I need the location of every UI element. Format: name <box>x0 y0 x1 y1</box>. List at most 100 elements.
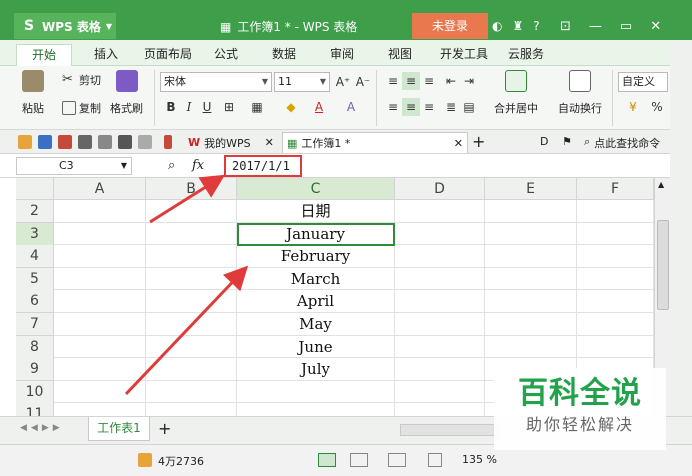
flag-icon[interactable]: ⚑ <box>562 135 572 148</box>
grid-cell[interactable] <box>146 245 237 268</box>
merge-center-button[interactable]: 合并居中 <box>494 70 538 116</box>
align-left-icon[interactable]: ≡ <box>384 98 402 116</box>
bold-icon[interactable]: B <box>162 98 180 116</box>
skin-icon[interactable]: ◐ <box>492 19 502 33</box>
column-header-c[interactable]: C <box>237 178 395 200</box>
help-icon[interactable]: ? <box>533 19 539 33</box>
grid-cell[interactable] <box>146 335 237 359</box>
indent-increase-icon[interactable]: ⇥ <box>460 72 478 90</box>
print-preview-icon[interactable] <box>98 135 112 149</box>
row-header[interactable]: 4 <box>16 245 54 269</box>
grid-cell[interactable] <box>54 222 146 246</box>
grid-cell[interactable] <box>395 222 485 246</box>
reading-mode-icon[interactable] <box>428 453 442 467</box>
undo-icon[interactable] <box>118 135 132 149</box>
number-format-select[interactable]: 自定义 <box>618 72 668 92</box>
grid-cell[interactable] <box>395 335 485 359</box>
cell-column-c[interactable]: March <box>237 267 395 291</box>
column-header-a[interactable]: A <box>54 178 146 200</box>
add-sheet-button[interactable]: + <box>158 419 171 438</box>
cell-style-icon[interactable]: ▦ <box>248 98 266 116</box>
align-right-icon[interactable]: ≡ <box>420 98 438 116</box>
zoom-search-icon[interactable]: ⌕ <box>168 158 175 173</box>
grid-cell[interactable] <box>485 200 577 223</box>
shirt-icon[interactable]: ♜ <box>512 19 523 33</box>
tab-view[interactable]: 视图 <box>380 44 420 66</box>
page-layout-view-icon[interactable] <box>350 453 368 467</box>
tab-home[interactable]: 开始 <box>16 44 72 66</box>
formula-input[interactable]: 2017/1/1 <box>224 155 302 177</box>
save-icon[interactable] <box>38 135 52 149</box>
grid-cell[interactable] <box>146 222 237 246</box>
close-icon[interactable]: ✕ <box>265 136 274 149</box>
column-header-d[interactable]: D <box>395 178 485 200</box>
grid-cell[interactable] <box>485 267 577 291</box>
grid-cell[interactable] <box>395 245 485 268</box>
grid-cell[interactable] <box>54 313 146 336</box>
align-middle-icon[interactable]: ≡ <box>402 72 420 90</box>
grid-cell[interactable] <box>485 335 577 359</box>
border-icon[interactable]: ⊞ <box>220 98 238 116</box>
grid-cell[interactable] <box>485 245 577 268</box>
window-mode-icon[interactable]: ⊡ <box>560 19 571 34</box>
print-icon[interactable] <box>78 135 92 149</box>
row-header[interactable]: 10 <box>16 380 54 404</box>
cell-column-c[interactable]: June <box>237 335 395 359</box>
grid-cell[interactable] <box>577 290 654 313</box>
row-header[interactable]: 7 <box>16 313 54 336</box>
grid-cell[interactable] <box>146 290 237 313</box>
export-pdf-icon[interactable] <box>58 135 72 149</box>
cell-column-c[interactable]: May <box>237 313 395 336</box>
wrap-text-button[interactable]: 自动换行 <box>558 70 602 116</box>
grid-cell[interactable] <box>577 200 654 223</box>
row-header[interactable]: 6 <box>16 290 54 314</box>
italic-icon[interactable]: I <box>180 98 198 116</box>
tab-review[interactable]: 审阅 <box>322 44 362 66</box>
app-menu-button[interactable]: S WPS 表格 ▼ <box>14 13 116 39</box>
tab-data[interactable]: 数据 <box>264 44 304 66</box>
copy-button[interactable]: 复制 <box>62 100 101 116</box>
grid-cell[interactable] <box>146 267 237 291</box>
grid-cell[interactable] <box>485 313 577 336</box>
open-folder-icon[interactable] <box>18 135 32 149</box>
paste-button[interactable]: 粘贴 <box>22 70 44 116</box>
cell-column-c[interactable]: 日期 <box>237 200 395 223</box>
grid-cell[interactable] <box>395 290 485 313</box>
grid-cell[interactable] <box>54 267 146 291</box>
page-break-view-icon[interactable] <box>388 453 406 467</box>
grid-cell[interactable] <box>395 380 485 404</box>
font-size-select[interactable]: 11 ▼ <box>274 72 330 92</box>
sheet-tab[interactable]: 工作表1 <box>88 417 150 441</box>
align-top-icon[interactable]: ≡ <box>384 72 402 90</box>
grid-cell[interactable] <box>54 245 146 268</box>
row-header[interactable]: 2 <box>16 200 54 223</box>
redo-icon[interactable] <box>138 135 152 149</box>
new-tab-icon[interactable]: + <box>472 132 485 151</box>
grid-cell[interactable] <box>146 200 237 223</box>
grid-cell[interactable] <box>54 358 146 381</box>
grid-cell[interactable] <box>577 267 654 291</box>
restore-icon[interactable]: ▭ <box>620 19 632 34</box>
column-header-b[interactable]: B <box>146 178 237 200</box>
tab-formulas[interactable]: 公式 <box>206 44 246 66</box>
grid-cell[interactable] <box>577 245 654 268</box>
grid-cell[interactable] <box>146 380 237 404</box>
tab-current-document[interactable]: ▦ 工作簿1 * ✕ <box>282 132 468 153</box>
cut-button[interactable]: ✂ 剪切 <box>62 72 101 88</box>
grid-cell[interactable] <box>54 290 146 313</box>
column-header-f[interactable]: F <box>577 178 654 200</box>
underline-icon[interactable]: U <box>198 98 216 116</box>
percent-button[interactable]: % <box>648 98 666 116</box>
currency-icon[interactable]: ¥ <box>624 98 642 116</box>
cell-column-c[interactable]: February <box>237 245 395 268</box>
zoom-level[interactable]: 135 % <box>462 453 497 466</box>
customize-icon[interactable] <box>164 135 172 149</box>
justify-icon[interactable]: ≣ <box>442 98 460 116</box>
font-name-select[interactable]: 宋体 ▼ <box>160 72 272 92</box>
distribute-icon[interactable]: ▤ <box>460 98 478 116</box>
align-bottom-icon[interactable]: ≡ <box>420 72 438 90</box>
grid-cell[interactable] <box>395 358 485 381</box>
command-search[interactable]: ⌕ 点此查找命令 <box>584 135 660 151</box>
minimize-icon[interactable]: — <box>589 19 602 34</box>
grid-cell[interactable] <box>485 290 577 313</box>
